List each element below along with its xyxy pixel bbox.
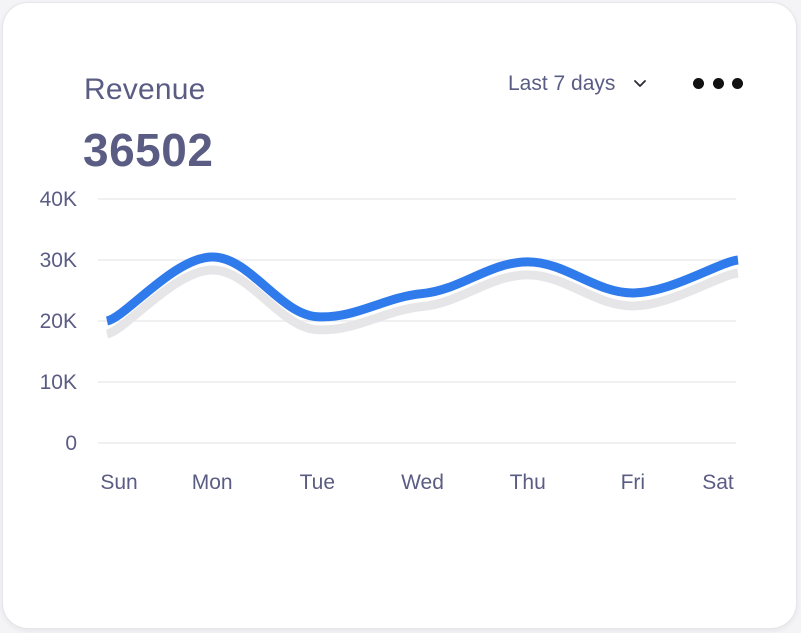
x-tick-label: Wed — [401, 471, 444, 494]
x-tick-label: Mon — [192, 471, 233, 494]
y-tick-label: 20K — [40, 310, 77, 333]
revenue-line-chart: 40K 30K 20K 10K 0 Sun Mon Tue Wed Thu Fri Sat — [40, 188, 739, 494]
y-tick-label: 40K — [40, 188, 77, 211]
revenue-card: Revenue 36502 Last 7 days 40K 30K 20K 10K 0 S… — [2, 2, 797, 629]
x-tick-label: Sun — [100, 471, 137, 494]
x-tick-label: Tue — [300, 471, 335, 494]
x-tick-label: Thu — [510, 471, 546, 494]
x-tick-label: Sat — [702, 471, 734, 494]
series-line — [105, 252, 739, 326]
y-tick-label: 30K — [40, 249, 77, 272]
y-tick-label: 0 — [65, 432, 77, 455]
x-tick-label: Fri — [621, 471, 646, 494]
y-tick-label: 10K — [40, 371, 77, 394]
series-line-shadow — [105, 265, 739, 339]
